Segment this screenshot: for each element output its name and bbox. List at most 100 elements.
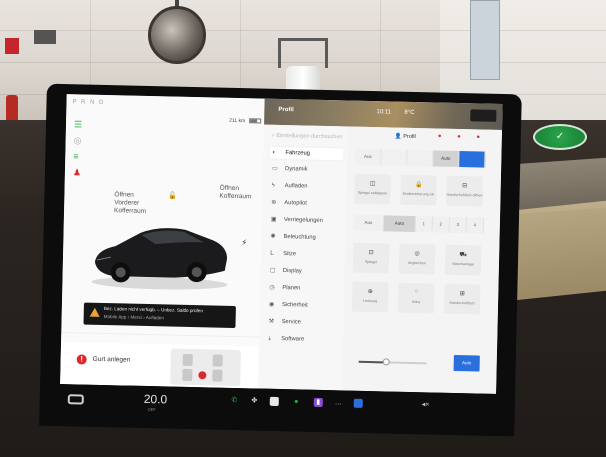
headlights-off[interactable]: Aus	[355, 148, 382, 166]
height-tile[interactable]: ◌ Höhe	[397, 282, 435, 314]
tile-label: Höhe	[411, 299, 421, 305]
wipers-control: Aus Auto 1 2 3 4	[353, 214, 485, 234]
steering-wheel-icon: ⊕	[367, 288, 373, 296]
parking-light-icon: ≡	[73, 151, 79, 162]
slider-knob[interactable]	[382, 358, 390, 366]
profile-button[interactable]: Profil	[278, 107, 293, 113]
child-lock-tile[interactable]: 🔒 Kindersicherung ein	[400, 174, 437, 206]
podcast-icon[interactable]: ▮	[313, 397, 323, 407]
tile-label: Kindersicherung ein	[402, 191, 435, 197]
nav-item-verriegelungen[interactable]: ▣ Verriegelungen	[268, 214, 342, 228]
battery-icon	[249, 118, 262, 124]
steering-icon: ⊛	[271, 199, 277, 206]
nav-label: Verriegelungen	[283, 217, 323, 224]
wipers-3[interactable]: 3	[449, 216, 468, 234]
passenger-airbag-badge	[470, 109, 497, 122]
brightness-auto-button[interactable]: Auto	[453, 354, 480, 372]
nav-item-service[interactable]: ⚒ Service	[265, 316, 339, 330]
headlights-control: Aus Auto	[355, 148, 486, 168]
car-icon[interactable]	[67, 394, 84, 405]
tile-label: Lenkung	[363, 298, 378, 304]
glovebox-open-icon: ⊞	[459, 291, 465, 298]
headlight-icon: ☰	[73, 119, 83, 130]
nav-item-sitze[interactable]: ᒪ Sitze	[267, 248, 341, 262]
more-apps-icon[interactable]: …	[334, 398, 343, 407]
tile-label: Handschuhfach	[449, 300, 475, 306]
wipers-2[interactable]: 2	[432, 216, 451, 233]
car-icon: ▭	[271, 165, 278, 172]
calendar-icon[interactable]	[353, 398, 363, 408]
seat-rear-right	[212, 369, 223, 382]
headlights-on[interactable]	[407, 149, 434, 167]
photo-scene: ✓ P R N D 211 km ☰ ◎ ≡ ♟ Öffnen Vorderer…	[0, 0, 606, 457]
headlights-auto[interactable]: Auto	[433, 150, 460, 168]
mirrors-tile[interactable]: ⊡ Spiegel	[352, 242, 390, 274]
settings-search[interactable]: ⌕ Einstellungen durchsuchen	[272, 133, 343, 142]
nav-label: Service	[281, 319, 301, 326]
search-placeholder: Einstellungen durchsuchen	[276, 132, 343, 141]
fan-icon[interactable]: ✤	[250, 396, 259, 405]
car-model-image	[91, 228, 228, 290]
tile-label: Angleichen	[408, 260, 426, 266]
status-icons: ● ● ●	[437, 133, 488, 141]
adjust-tile[interactable]: ◎ Angleichen	[398, 243, 436, 275]
nav-item-fahrzeug[interactable]: ◐ Fahrzeug	[269, 146, 344, 161]
steering-tile[interactable]: ⊕ Lenkung	[351, 281, 389, 313]
tile-label: Handschuhfach öffnen	[446, 192, 483, 198]
headlights-parking[interactable]	[381, 149, 408, 166]
clock: 10:11	[376, 109, 392, 116]
divider	[61, 332, 260, 338]
mirror-adjust-icon: ⊡	[368, 249, 374, 257]
seat-passenger	[212, 354, 223, 367]
toggle-icon: ◐	[272, 149, 277, 156]
wipers-off[interactable]: Aus	[353, 214, 385, 232]
adjust-icon: ◎	[414, 251, 420, 258]
nav-item-software[interactable]: ⤓ Software	[265, 333, 339, 347]
nav-item-autopilot[interactable]: ⊛ Autopilot	[268, 197, 342, 211]
fold-mirrors-tile[interactable]: ◫ Spiegel anklappen	[354, 173, 391, 205]
seat-driver	[182, 353, 193, 367]
wall-window	[470, 0, 500, 80]
warning-hint: Mobile App › Menü › Aufladen	[103, 314, 164, 321]
nav-item-planen[interactable]: ◷ Planen	[266, 282, 340, 296]
brightness-slider[interactable]	[358, 358, 427, 366]
nav-item-sicherheit[interactable]: ◉ Sicherheit	[266, 299, 340, 313]
high-beam-toggle[interactable]	[459, 151, 486, 168]
wipers-4[interactable]: 4	[466, 217, 485, 234]
fog-light-icon: ◎	[73, 135, 82, 146]
volume-icon[interactable]: ◂×	[422, 400, 430, 408]
settings-nav: ⌕ Einstellungen durchsuchen ◐ Fahrzeug ▭ D…	[258, 124, 349, 391]
cabin-temperature[interactable]: 20.0	[144, 392, 168, 407]
seat-icon: ᒪ	[270, 250, 274, 257]
glovebox-open-tile[interactable]: ⊞ Handschuhfach	[443, 283, 481, 315]
rear-trunk-button[interactable]: Öffnen Kofferraum	[219, 185, 251, 202]
nav-item-display[interactable]: ▢ Display	[267, 265, 341, 279]
spotify-icon[interactable]: ●	[292, 397, 301, 406]
nav-label: Sitze	[283, 251, 297, 258]
nav-label: Aufladen	[284, 183, 308, 190]
sticker-text: ✓	[555, 131, 565, 142]
wipers-1[interactable]: 1	[415, 216, 434, 233]
wipers-auto[interactable]: Auto	[383, 215, 417, 233]
nav-item-beleuchtung[interactable]: ✺ Beleuchtung	[267, 231, 341, 245]
car-wash-tile[interactable]: ⛟ Waschanlage	[444, 244, 482, 276]
convex-mirror	[148, 6, 206, 64]
fire-extinguisher	[6, 95, 18, 123]
settings-content: 👤 Profil ● ● ● Aus Auto ◫ Spiegel anklapp…	[342, 126, 503, 394]
app-tile-icon[interactable]	[269, 396, 279, 406]
phone-icon[interactable]: ✆	[230, 396, 239, 405]
gear-selector[interactable]: P R N D	[72, 99, 105, 106]
charge-port-icon[interactable]: ⚡	[241, 238, 247, 247]
touchscreen: P R N D 211 km ☰ ◎ ≡ ♟ Öffnen Vorderer K…	[60, 94, 503, 394]
nav-item-aufladen[interactable]: ϟ Aufladen	[269, 180, 343, 194]
car-view-pane: P R N D 211 km ☰ ◎ ≡ ♟ Öffnen Vorderer K…	[60, 94, 265, 389]
lock-icon[interactable]: 🔓	[168, 191, 177, 199]
nav-item-dynamik[interactable]: ▭ Dynamik	[269, 163, 343, 177]
touchscreen-bezel: P R N D 211 km ☰ ◎ ≡ ♟ Öffnen Vorderer K…	[39, 83, 522, 437]
tile-label: Spiegel	[364, 259, 378, 265]
charging-warning: Bez. Laden nicht verfügb. – Unbez. Saldo…	[83, 302, 236, 328]
profile-selector[interactable]: 👤 Profil	[395, 134, 416, 140]
glovebox-tile[interactable]: ⊟ Handschuhfach öffnen	[446, 175, 483, 207]
warning-icon	[89, 307, 100, 317]
display-icon: ▢	[269, 267, 276, 274]
